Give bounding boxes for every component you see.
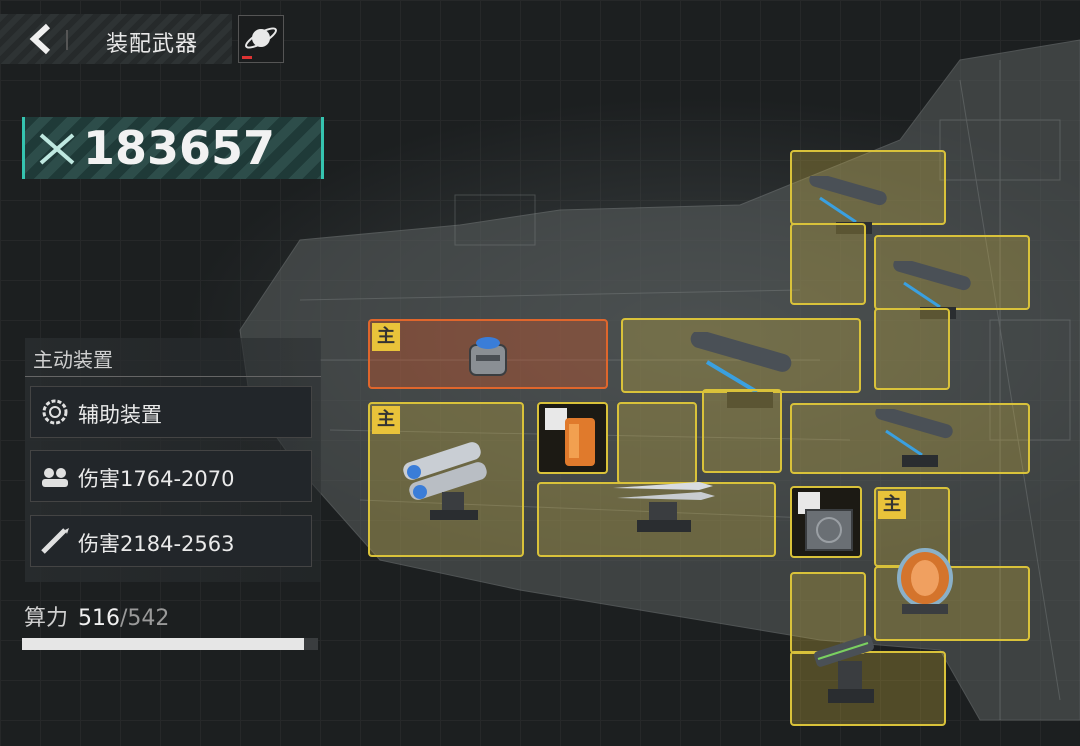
panel-header: 主动装置 — [33, 348, 113, 372]
slot-railgun-center[interactable] — [621, 318, 861, 408]
main-badge: 主 — [878, 491, 906, 519]
row-damage-2[interactable]: 伤害2184-2563 — [30, 515, 312, 567]
missile-launcher-icon — [613, 482, 715, 532]
slot-fuel-cell[interactable] — [537, 402, 608, 474]
combat-power: 183657 — [22, 117, 324, 179]
planet-button[interactable] — [238, 15, 284, 63]
slot-main-shield[interactable]: 主 — [368, 319, 608, 389]
row-label: 辅助装置 — [78, 403, 162, 427]
compute-max: /542 — [120, 606, 170, 631]
row-support-device[interactable]: 辅助装置 — [30, 386, 312, 438]
squad-icon — [42, 468, 68, 487]
fuel-cell-icon — [545, 408, 595, 466]
compute-bar-fill — [22, 638, 304, 650]
back-arrow-icon — [29, 23, 51, 55]
slot-engine-module[interactable] — [790, 486, 862, 558]
missile-icon — [41, 528, 69, 554]
row-damage-1[interactable]: 伤害1764-2070 — [30, 450, 312, 502]
slot-railgun-right[interactable] — [874, 235, 1030, 319]
row-label: 伤害1764-2070 — [78, 467, 235, 491]
shield-generator-icon — [469, 337, 507, 376]
reactor-core-icon — [897, 548, 953, 614]
gatling-turret-icon — [814, 635, 874, 703]
title-separator — [66, 30, 68, 50]
slot-small-b[interactable] — [702, 389, 782, 473]
compute-readout: 算力 516/542 — [24, 600, 169, 632]
slot-railgun-top[interactable] — [790, 150, 946, 234]
slot-main-launcher[interactable]: 主 — [368, 402, 524, 557]
slot-small-d[interactable] — [874, 308, 950, 390]
compute-bar — [22, 638, 318, 650]
slot-small-c[interactable] — [790, 223, 866, 305]
compute-label: 算力 — [24, 606, 69, 631]
back-button[interactable] — [26, 22, 58, 56]
main-badge: 主 — [372, 406, 400, 434]
page-title: 装配武器 — [106, 32, 199, 57]
slot-missile-launcher[interactable] — [537, 482, 776, 557]
twin-cannon-icon — [403, 442, 487, 520]
railgun-icon — [875, 409, 953, 467]
slot-small-a[interactable] — [617, 402, 697, 484]
combat-power-value: 183657 — [83, 121, 276, 175]
slot-reactor-base[interactable] — [874, 548, 1030, 641]
planet-indicator — [242, 56, 252, 59]
engine-module-icon — [798, 492, 853, 551]
active-device-panel: 主动装置 辅助装置 伤害1764-2070 伤害2184-2563 — [25, 338, 321, 582]
gear-target-icon — [42, 399, 68, 425]
compute-current: 516 — [78, 606, 121, 631]
slot-railgun-mid[interactable] — [790, 403, 1030, 474]
row-label: 伤害2184-2563 — [78, 532, 235, 556]
main-badge: 主 — [372, 323, 400, 351]
panel-divider — [25, 376, 321, 377]
crossed-swords-icon — [39, 133, 75, 165]
slot-turret[interactable] — [790, 635, 946, 726]
